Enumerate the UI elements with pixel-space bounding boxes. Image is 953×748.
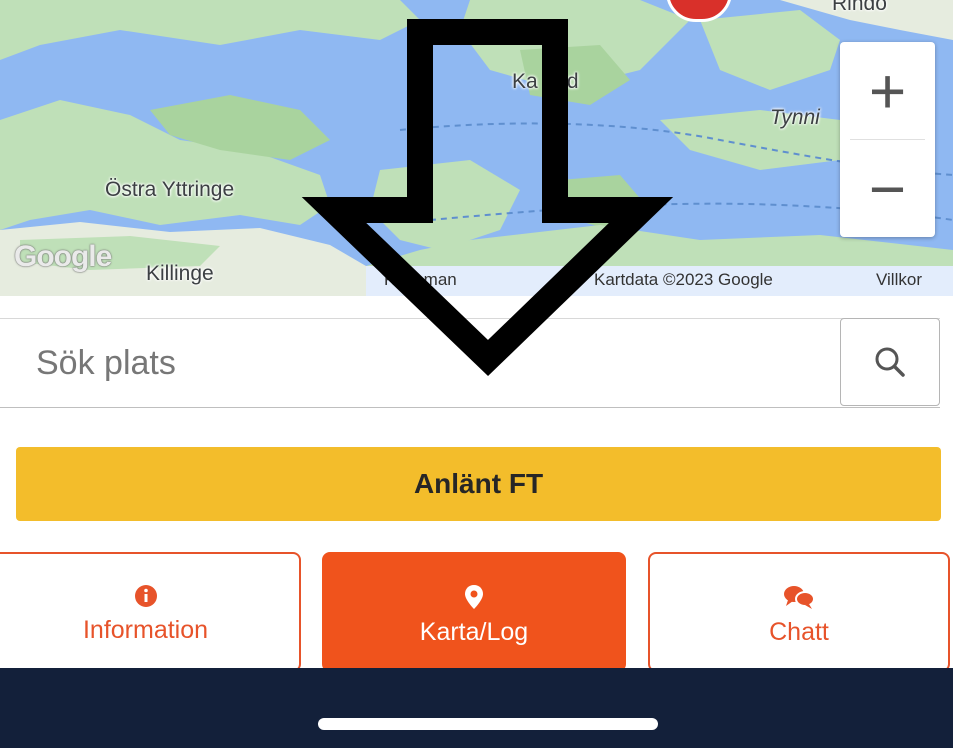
- tab-chat-label: Chatt: [769, 618, 829, 646]
- terms-link[interactable]: Villkor: [876, 270, 922, 290]
- tab-information-label: Information: [82, 616, 209, 644]
- keyboard-shortcuts-link[interactable]: Ko mman: [384, 270, 457, 290]
- tab-map-log[interactable]: Karta/Log: [322, 552, 626, 672]
- search-bar: [0, 318, 940, 408]
- tab-map-log-label: Karta/Log: [419, 618, 529, 646]
- google-logo: Google: [14, 240, 112, 273]
- tab-chat[interactable]: Chatt: [648, 552, 950, 672]
- map-label-karludd: Ka udd: [512, 70, 579, 93]
- arrived-ft-button[interactable]: Anlänt FT: [16, 447, 941, 521]
- info-circle-icon: [134, 585, 157, 607]
- zoom-control: + −: [840, 42, 935, 237]
- search-icon: [875, 347, 905, 377]
- tab-information[interactable]: Information: [0, 552, 301, 672]
- map-pin-icon: [465, 585, 483, 609]
- chat-bubbles-icon: [784, 586, 815, 609]
- map-label-rindo: Rindö: [832, 0, 887, 15]
- search-button[interactable]: [840, 318, 940, 406]
- system-navigation-bar: [0, 668, 953, 748]
- map-label-ostra-yttringe: Östra Yttringe: [105, 178, 235, 201]
- map-label-tynni: Tynni: [770, 106, 820, 129]
- zoom-in-button[interactable]: +: [840, 42, 935, 139]
- search-input[interactable]: [0, 319, 838, 407]
- map-view[interactable]: Östra Yttringe Killinge Ka udd Tynni Rin…: [0, 0, 953, 296]
- map-label-killinge: Killinge: [146, 262, 214, 285]
- map-terrain: [0, 0, 953, 296]
- home-indicator[interactable]: [318, 718, 658, 730]
- zoom-out-button[interactable]: −: [840, 140, 935, 237]
- map-data-attribution: Kartdata ©2023 Google: [594, 270, 773, 289]
